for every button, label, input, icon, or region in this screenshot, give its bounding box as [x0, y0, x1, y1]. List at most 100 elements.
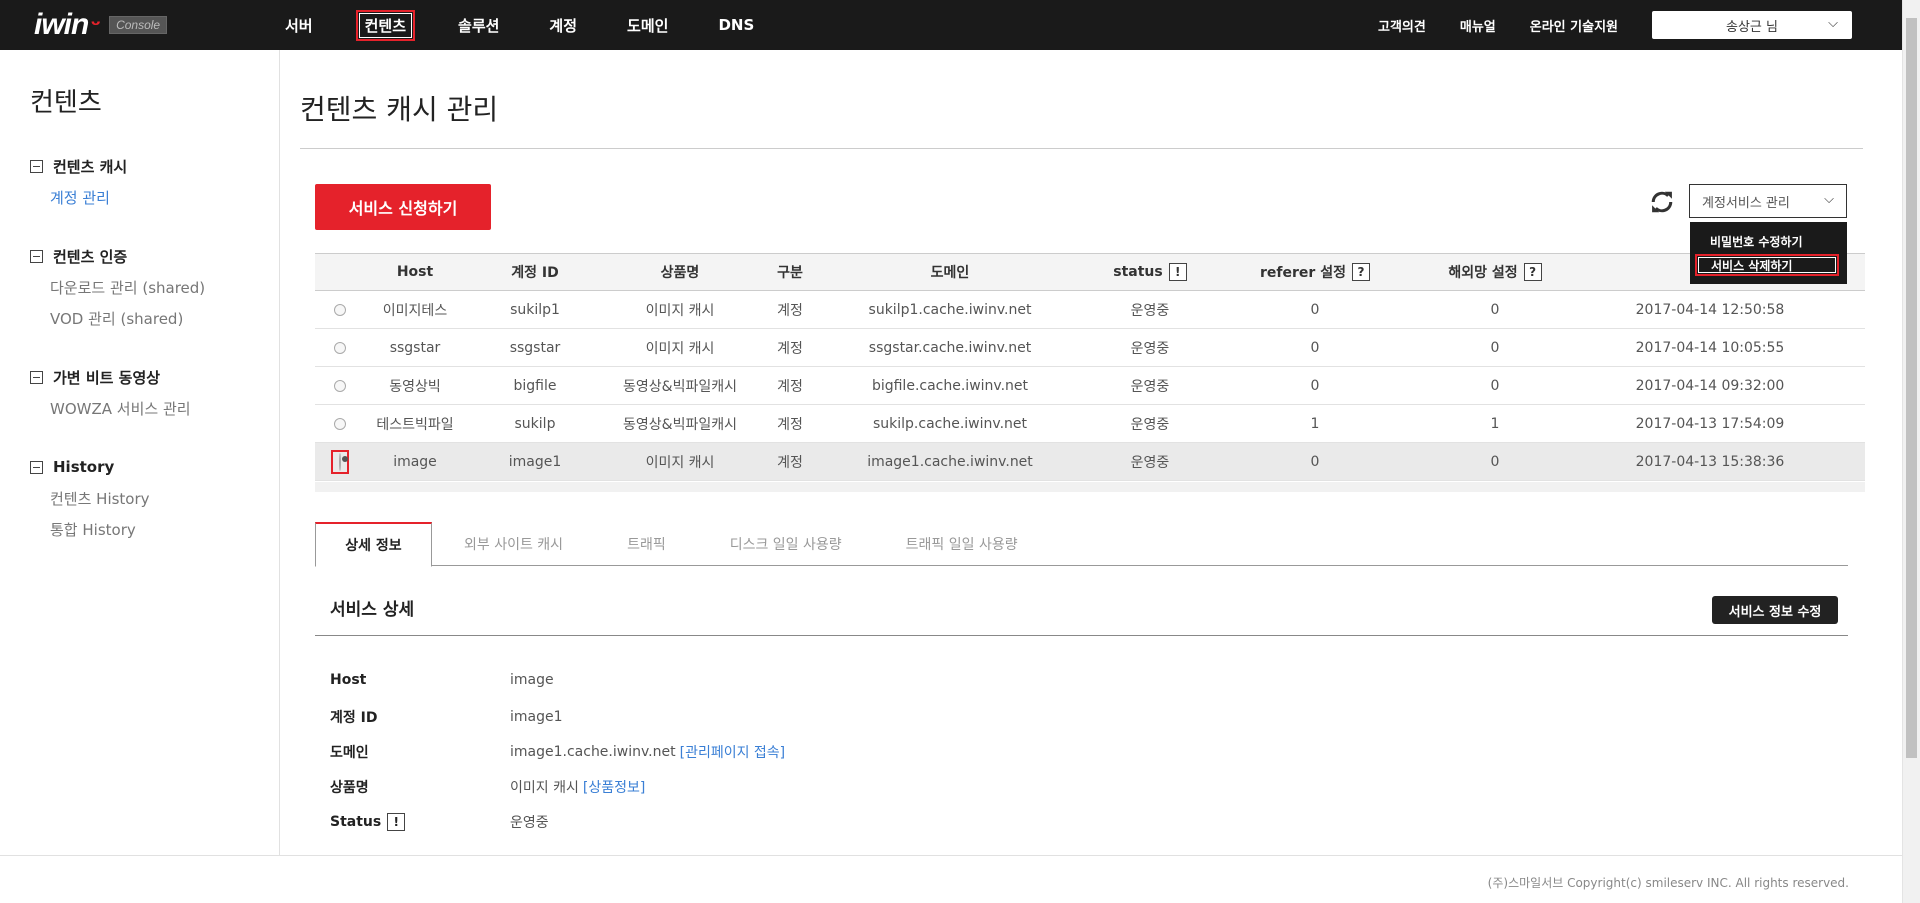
cell-select	[315, 379, 365, 392]
cell-account-id: sukilp	[514, 415, 556, 432]
header-status-label: status	[1113, 264, 1163, 280]
top-navbar: iwin ᵕ Console 서버 컨텐츠 솔루션 계정 도메인 DNS 고객의…	[0, 0, 1902, 50]
referer-help-icon[interactable]: ?	[1351, 263, 1370, 281]
table-row[interactable]: 테스트빅파일 sukilp 동영상&빅파일캐시 계정 sukilp.cache.iwin…	[315, 405, 1865, 443]
cell-date: 2017-04-14 10:05:55	[1635, 339, 1785, 356]
header-product: 상품명	[660, 265, 700, 281]
header-referer: referer 설정?	[1225, 262, 1405, 282]
user-name: 송상근 님	[1726, 19, 1778, 35]
nav-contents[interactable]: 컨텐츠	[355, 9, 416, 41]
cell-host: ssgstar	[389, 339, 441, 356]
nav-server[interactable]: 서버	[278, 12, 320, 39]
refresh-icon[interactable]	[1648, 188, 1676, 216]
cell-referer[interactable]: 0	[1225, 378, 1405, 394]
table-row[interactable]: 동영상빅 bigfile 동영상&빅파일캐시 계정 bigfile.cache.iwin…	[315, 367, 1865, 405]
change-password-option[interactable]: 비밀번호 수정하기	[1690, 230, 1847, 252]
nav-solution[interactable]: 솔루션	[451, 12, 506, 39]
row-radio[interactable]	[334, 379, 346, 392]
admin-page-link[interactable]: [관리페이지 접속]	[680, 742, 786, 762]
detail-title: 서비스 상세	[330, 600, 415, 620]
sidebar-item-download[interactable]: 다운로드 관리 (shared)	[50, 277, 205, 298]
sidebar-item-wowza[interactable]: WOWZA 서비스 관리	[50, 398, 191, 419]
sidebar-group-head[interactable]: 컨텐츠 인증	[30, 245, 205, 267]
cell-date: 2017-04-14 09:32:00	[1635, 377, 1785, 394]
sidebar-item-total-history[interactable]: 통합 History	[50, 519, 150, 540]
cell-referer[interactable]: 1	[1225, 416, 1405, 432]
collapse-icon	[30, 249, 43, 263]
detail-row-account: 계정 ID image1	[330, 707, 563, 727]
cell-overseas[interactable]: 1	[1405, 416, 1585, 432]
sidebar-group-head[interactable]: 컨텐츠 캐시	[30, 155, 127, 177]
detail-label: Status!	[330, 813, 510, 831]
table-row[interactable]: 이미지테스 sukilp1 이미지 캐시 계정 sukilp1.cache.iwinv.…	[315, 291, 1865, 329]
cell-referer[interactable]: 0	[1225, 302, 1405, 318]
cell-host: 테스트빅파일	[376, 416, 454, 433]
cell-type: 계정	[777, 416, 803, 433]
divider	[300, 148, 1863, 149]
cell-status: 운영중	[1130, 416, 1170, 433]
table-row[interactable]: ssgstar ssgstar 이미지 캐시 계정 ssgstar.cache.iwin…	[315, 329, 1865, 367]
table-row[interactable]: image image1 이미지 캐시 계정 image1.cache.iwinv.ne…	[315, 443, 1865, 481]
support-link[interactable]: 온라인 기술지원	[1530, 16, 1618, 35]
table-scrollbar[interactable]	[315, 482, 1865, 492]
status-help-icon[interactable]: !	[387, 813, 406, 831]
tab-external-cache[interactable]: 외부 사이트 캐시	[432, 522, 595, 566]
cell-type: 계정	[777, 378, 803, 395]
delete-service-option[interactable]: 서비스 삭제하기	[1695, 254, 1839, 276]
nav-account[interactable]: 계정	[542, 12, 584, 39]
cell-product: 이미지 캐시	[645, 340, 715, 357]
sidebar-group-history: History 컨텐츠 History 통합 History	[30, 456, 150, 540]
cell-referer[interactable]: 0	[1225, 454, 1405, 470]
sidebar-group-head[interactable]: 가변 비트 동영상	[30, 366, 191, 388]
logo-text: iwin	[34, 8, 89, 41]
feedback-link[interactable]: 고객의견	[1378, 16, 1426, 35]
user-menu[interactable]: 송상근 님 ⌵	[1652, 11, 1852, 39]
apply-service-button[interactable]: 서비스 신청하기	[315, 184, 491, 230]
cell-select	[315, 449, 365, 474]
edit-service-button[interactable]: 서비스 정보 수정	[1712, 596, 1838, 624]
sidebar-item-contents-history[interactable]: 컨텐츠 History	[50, 488, 150, 509]
sidebar-group-label: 가변 비트 동영상	[53, 368, 161, 387]
cell-product: 동영상&빅파일캐시	[623, 416, 737, 433]
sidebar-group-vbr: 가변 비트 동영상 WOWZA 서비스 관리	[30, 366, 191, 419]
sidebar-item-vod[interactable]: VOD 관리 (shared)	[50, 308, 205, 329]
account-service-select[interactable]: 계정서비스 관리 ⌵	[1689, 184, 1847, 218]
nav-dns[interactable]: DNS	[711, 13, 761, 37]
scrollbar-thumb[interactable]	[1906, 18, 1917, 758]
logo[interactable]: iwin ᵕ Console	[34, 8, 168, 42]
overseas-help-icon[interactable]: ?	[1523, 263, 1542, 281]
cell-overseas[interactable]: 0	[1405, 378, 1585, 394]
row-radio[interactable]	[334, 341, 346, 354]
cell-overseas[interactable]: 0	[1405, 340, 1585, 356]
detail-value: image1.cache.iwinv.net	[510, 744, 676, 760]
row-radio[interactable]	[339, 452, 341, 471]
cell-overseas[interactable]: 0	[1405, 454, 1585, 470]
tab-disk-daily[interactable]: 디스크 일일 사용량	[698, 522, 874, 566]
product-info-link[interactable]: [상품정보]	[583, 777, 645, 797]
nav-domain[interactable]: 도메인	[620, 12, 675, 39]
sidebar-group-cache: 컨텐츠 캐시 계정 관리	[30, 155, 127, 208]
row-radio[interactable]	[334, 303, 346, 316]
service-table: Host 계정 ID 상품명 구분 도메인 status! referer 설정…	[315, 253, 1865, 481]
detail-label: 상품명	[330, 780, 369, 796]
manual-link[interactable]: 매뉴얼	[1460, 16, 1496, 35]
cell-product: 이미지 캐시	[645, 454, 715, 471]
sidebar-title: 컨텐츠	[30, 88, 102, 118]
page-scrollbar[interactable]	[1902, 0, 1920, 903]
cell-select	[315, 303, 365, 316]
tab-traffic-daily[interactable]: 트래픽 일일 사용량	[874, 522, 1050, 566]
cell-overseas[interactable]: 0	[1405, 302, 1585, 318]
sidebar-group-head[interactable]: History	[30, 456, 150, 478]
sidebar-item-account[interactable]: 계정 관리	[50, 187, 127, 208]
row-radio[interactable]	[334, 417, 346, 430]
cell-referer[interactable]: 0	[1225, 340, 1405, 356]
detail-row-host: Host image	[330, 672, 554, 688]
detail-label: Host	[330, 672, 367, 688]
collapse-icon	[30, 460, 43, 474]
sidebar-group-label: 컨텐츠 인증	[53, 247, 128, 266]
main-nav: 서버 컨텐츠 솔루션 계정 도메인 DNS	[260, 0, 779, 50]
tab-traffic[interactable]: 트래픽	[595, 522, 698, 566]
tab-detail[interactable]: 상세 정보	[315, 522, 432, 567]
account-service-select-label: 계정서비스 관리	[1702, 195, 1790, 211]
status-help-icon[interactable]: !	[1168, 263, 1187, 281]
